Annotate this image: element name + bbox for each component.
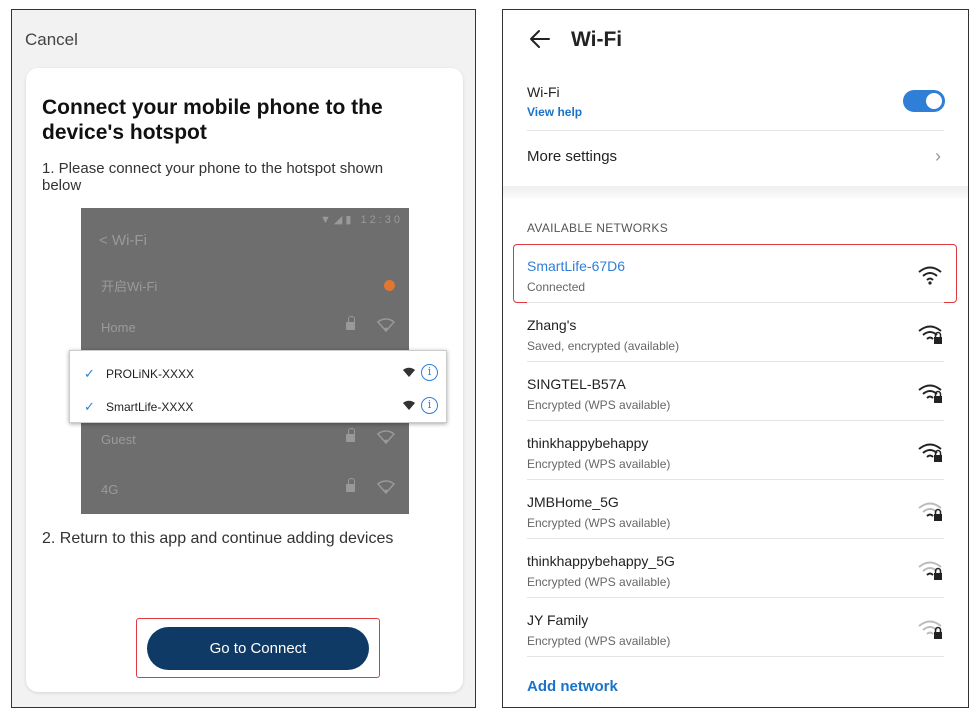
screenshot-network-row: Home	[101, 316, 395, 340]
divider	[527, 538, 944, 539]
header: Wi-Fi	[503, 10, 968, 70]
wifi-icon	[377, 318, 395, 332]
network-status: Saved, encrypted (available)	[527, 339, 680, 353]
lock-icon	[346, 428, 355, 443]
screenshot-network-row: Guest	[101, 428, 395, 452]
hotspot-list-popup: ✓ PROLiNK-XXXX i ✓ SmartLife-XXXX i	[69, 350, 447, 423]
available-networks-heading: AVAILABLE NETWORKS	[527, 221, 668, 235]
cancel-button[interactable]: Cancel	[25, 30, 78, 50]
check-icon: ✓	[84, 366, 95, 381]
step-1-text: 1. Please connect your phone to the hots…	[42, 160, 384, 194]
wifi-weak-locked-icon	[918, 620, 942, 639]
divider	[527, 479, 944, 480]
network-item[interactable]: thinkhappybehappy_5G Encrypted (WPS avai…	[527, 553, 945, 597]
check-icon: ✓	[84, 399, 95, 414]
popup-network-name: SmartLife-XXXX	[106, 400, 194, 414]
wifi-settings-screen: Wi-Fi Wi-Fi View help More settings › AV…	[502, 9, 969, 708]
wifi-icon	[403, 367, 415, 377]
wifi-label: Wi-Fi	[527, 84, 560, 100]
screenshot-network-name: Guest	[101, 432, 136, 447]
network-status: Encrypted (WPS available)	[527, 575, 671, 589]
wifi-toggle[interactable]	[903, 90, 945, 112]
wifi-locked-icon	[918, 325, 942, 344]
divider	[527, 656, 944, 657]
screenshot-network-name: 4G	[101, 482, 119, 497]
network-item[interactable]: JMBHome_5G Encrypted (WPS available)	[527, 494, 945, 538]
wifi-icon	[377, 430, 395, 444]
info-icon[interactable]: i	[421, 397, 438, 414]
network-name: SINGTEL-B57A	[527, 376, 626, 392]
network-status: Encrypted (WPS available)	[527, 516, 671, 530]
network-status: Encrypted (WPS available)	[527, 634, 671, 648]
screenshot-network-name: Home	[101, 320, 136, 335]
network-name: Zhang's	[527, 317, 577, 333]
status-bar: ▼◢▮ 12:30	[320, 214, 403, 226]
info-icon[interactable]: i	[421, 364, 438, 381]
network-item[interactable]: thinkhappybehappy Encrypted (WPS availab…	[527, 435, 945, 479]
button-highlight-box: Go to Connect	[136, 618, 380, 678]
lock-icon	[346, 478, 355, 493]
chevron-right-icon: ›	[935, 146, 941, 166]
section-separator	[503, 186, 968, 198]
network-name: JY Family	[527, 612, 589, 628]
add-network-button[interactable]: Add network	[527, 678, 618, 695]
wifi-weak-locked-icon	[918, 561, 942, 580]
network-name: JMBHome_5G	[527, 494, 619, 510]
network-status: Encrypted (WPS available)	[527, 398, 671, 412]
more-settings-row[interactable]: More settings ›	[527, 146, 945, 170]
network-name: thinkhappybehappy	[527, 435, 649, 451]
wifi-locked-icon	[918, 384, 942, 403]
more-settings-label: More settings	[527, 148, 618, 165]
network-status: Encrypted (WPS available)	[527, 457, 671, 471]
popup-network-name: PROLiNK-XXXX	[106, 367, 195, 381]
divider	[527, 597, 944, 598]
divider	[527, 361, 944, 362]
lock-icon	[346, 316, 355, 331]
divider	[527, 420, 944, 421]
hotspot-instructions-screen: Cancel Connect your mobile phone to the …	[11, 9, 476, 708]
divider	[527, 302, 944, 303]
divider	[527, 130, 944, 131]
network-item[interactable]: SmartLife-67D6 Connected	[527, 258, 945, 302]
step-2-text: 2. Return to this app and continue addin…	[42, 530, 394, 547]
popup-network-row[interactable]: ✓ PROLiNK-XXXX i	[84, 364, 438, 387]
popup-network-row[interactable]: ✓ SmartLife-XXXX i	[84, 397, 438, 420]
screenshot-back-label: < Wi-Fi	[99, 232, 147, 249]
wifi-toggle-row: Wi-Fi View help	[527, 84, 945, 130]
network-status: Connected	[527, 280, 586, 294]
network-name: thinkhappybehappy_5G	[527, 553, 675, 569]
network-name: SmartLife-67D6	[527, 258, 626, 274]
screenshot-wifi-toggle-row: 开启Wi-Fi	[101, 276, 395, 296]
wifi-signal-icon	[918, 266, 942, 285]
page-title: Connect your mobile phone to the device'…	[42, 96, 383, 144]
wifi-locked-icon	[918, 443, 942, 462]
wifi-weak-locked-icon	[918, 502, 942, 521]
wifi-icon	[403, 400, 415, 410]
screenshot-network-row: 4G	[101, 478, 395, 502]
page-title: Wi-Fi	[571, 28, 623, 51]
view-help-link[interactable]: View help	[527, 105, 582, 119]
network-item[interactable]: Zhang's Saved, encrypted (available)	[527, 317, 945, 361]
network-item[interactable]: JY Family Encrypted (WPS available)	[527, 612, 945, 656]
wifi-icon	[377, 480, 395, 494]
back-arrow-icon[interactable]	[527, 26, 553, 52]
screenshot-wifi-toggle-label: 开启Wi-Fi	[101, 279, 158, 294]
toggle-indicator-icon	[384, 280, 395, 291]
status-time: 12:30	[360, 214, 403, 226]
instruction-card: Connect your mobile phone to the device'…	[26, 68, 463, 692]
go-to-connect-button[interactable]: Go to Connect	[147, 627, 369, 670]
network-item[interactable]: SINGTEL-B57A Encrypted (WPS available)	[527, 376, 945, 420]
